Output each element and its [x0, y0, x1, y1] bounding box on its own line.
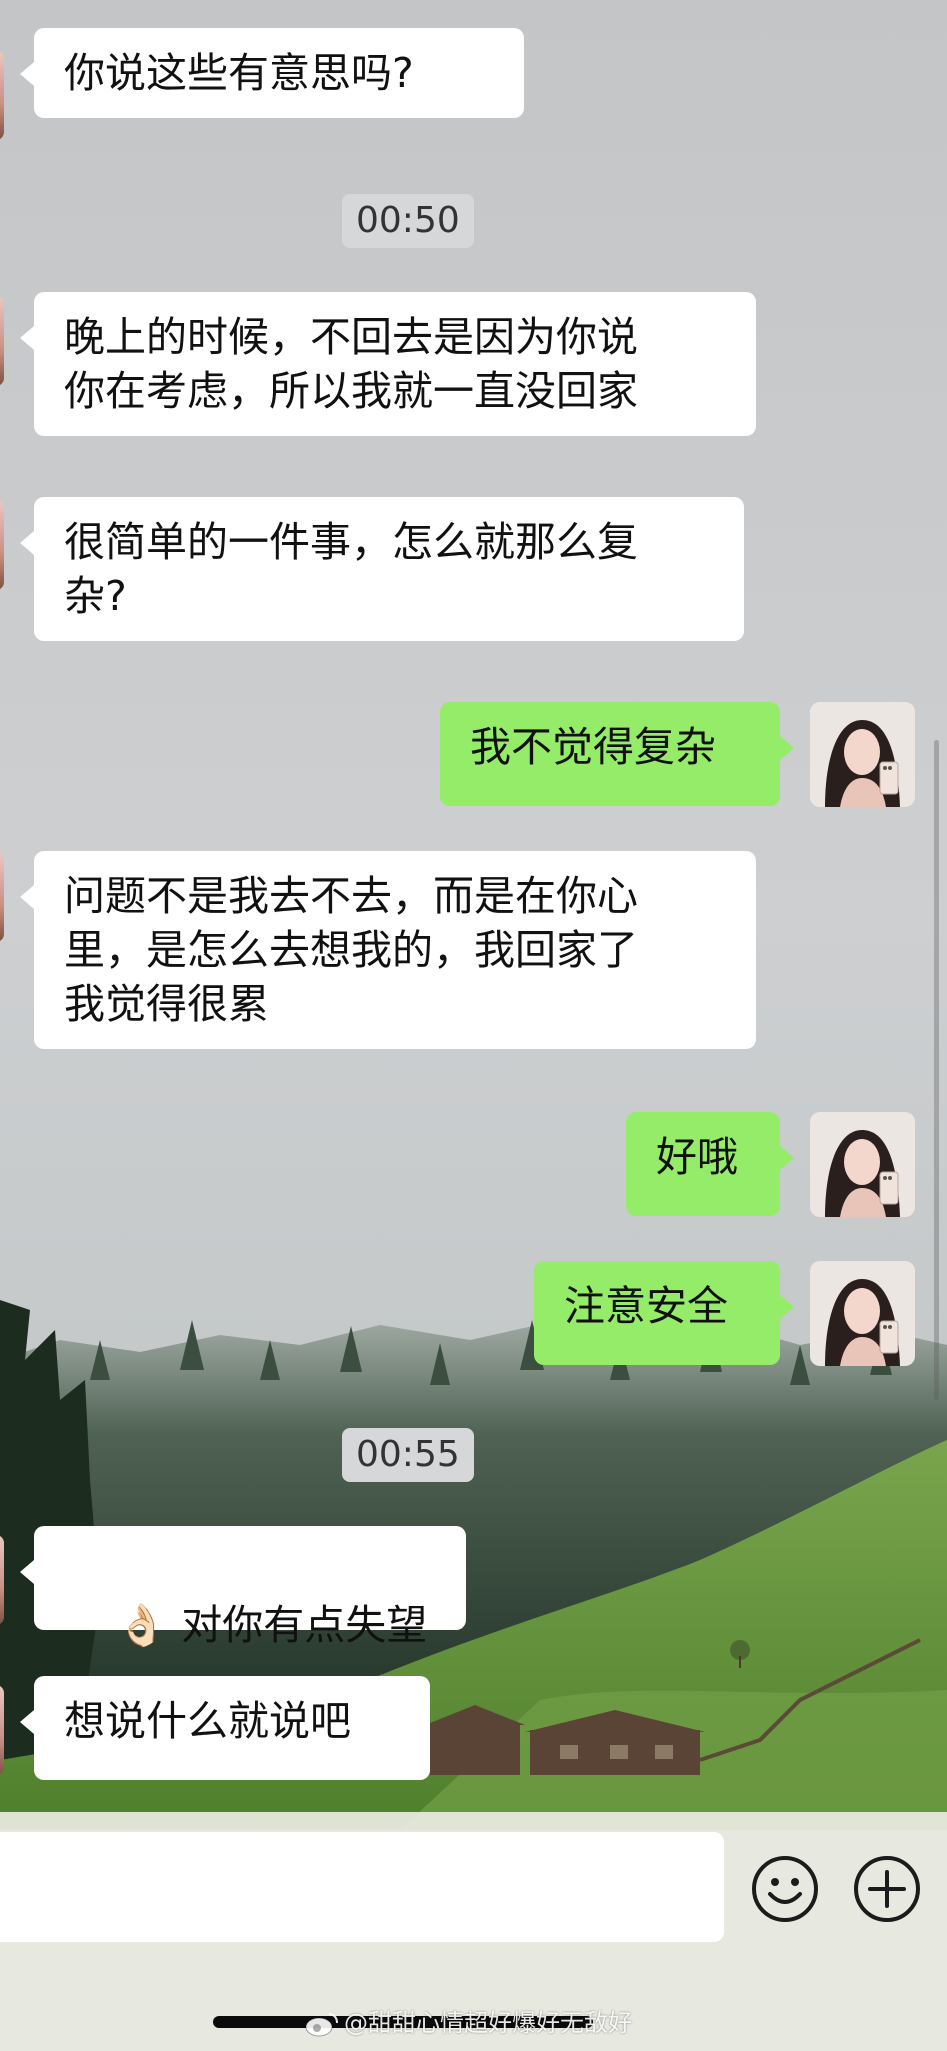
- message-bubble[interactable]: 想说什么就说吧: [20, 1676, 430, 1780]
- contact-avatar[interactable]: [0, 1685, 4, 1775]
- message-bubble[interactable]: 我不觉得复杂: [440, 702, 794, 806]
- message-bubble[interactable]: 好哦: [626, 1112, 794, 1216]
- scrollbar[interactable]: [934, 740, 939, 1400]
- message-text: 对你有点失望: [181, 1601, 428, 1649]
- timestamp: 00:50: [342, 194, 474, 248]
- contact-avatar[interactable]: [0, 50, 4, 140]
- message-bubble[interactable]: 问题不是我去不去，而是在你心 里，是怎么去想我的，我回家了 我觉得很累: [20, 851, 756, 1049]
- profile-photo-icon: [810, 1112, 915, 1217]
- message-bubble[interactable]: 晚上的时候，不回去是因为你说 你在考虑，所以我就一直没回家: [20, 292, 756, 436]
- message-bubble[interactable]: 你说这些有意思吗?: [20, 28, 524, 118]
- contact-avatar[interactable]: [0, 296, 4, 386]
- user-avatar[interactable]: [810, 1261, 915, 1366]
- contact-avatar[interactable]: [0, 852, 4, 942]
- weibo-logo-icon: [305, 2013, 338, 2037]
- timestamp: 00:55: [342, 1428, 474, 1482]
- profile-photo-icon: [810, 702, 915, 807]
- profile-photo-icon: [810, 1261, 915, 1366]
- message-bubble[interactable]: 注意安全: [534, 1261, 794, 1365]
- message-input[interactable]: [0, 1832, 724, 1942]
- plus-circle-icon[interactable]: [852, 1854, 922, 1924]
- user-avatar[interactable]: [810, 1112, 915, 1217]
- message-bubble[interactable]: 很简单的一件事，怎么就那么复 杂?: [20, 497, 744, 641]
- smiley-face-icon[interactable]: [750, 1854, 820, 1924]
- watermark-text: @甜甜心情超好爆好无敌好: [344, 2009, 632, 2037]
- ok-hand-emoji-icon: 👌🏻: [116, 1601, 168, 1649]
- user-avatar[interactable]: [810, 702, 915, 807]
- message-bubble[interactable]: 👌🏻 对你有点失望: [20, 1526, 466, 1649]
- contact-avatar[interactable]: [0, 1535, 4, 1625]
- contact-avatar[interactable]: [0, 500, 4, 590]
